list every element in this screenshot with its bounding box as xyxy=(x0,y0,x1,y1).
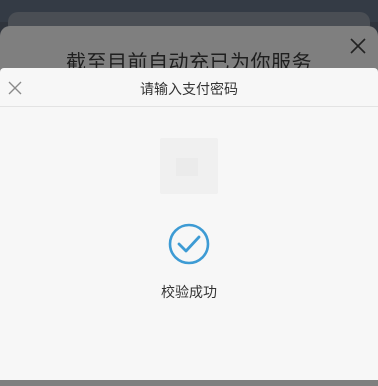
check-circle-icon xyxy=(167,222,211,266)
close-icon[interactable] xyxy=(350,38,366,54)
sheet-title: 请输入支付密码 xyxy=(140,82,238,98)
verification-status-text: 校验成功 xyxy=(161,285,217,301)
sheet-header: 请输入支付密码 xyxy=(0,68,378,107)
payment-password-sheet: 请输入支付密码 校验成功 xyxy=(0,68,378,380)
faded-image-placeholder xyxy=(160,138,218,194)
faded-image-placeholder-inner xyxy=(176,158,198,176)
